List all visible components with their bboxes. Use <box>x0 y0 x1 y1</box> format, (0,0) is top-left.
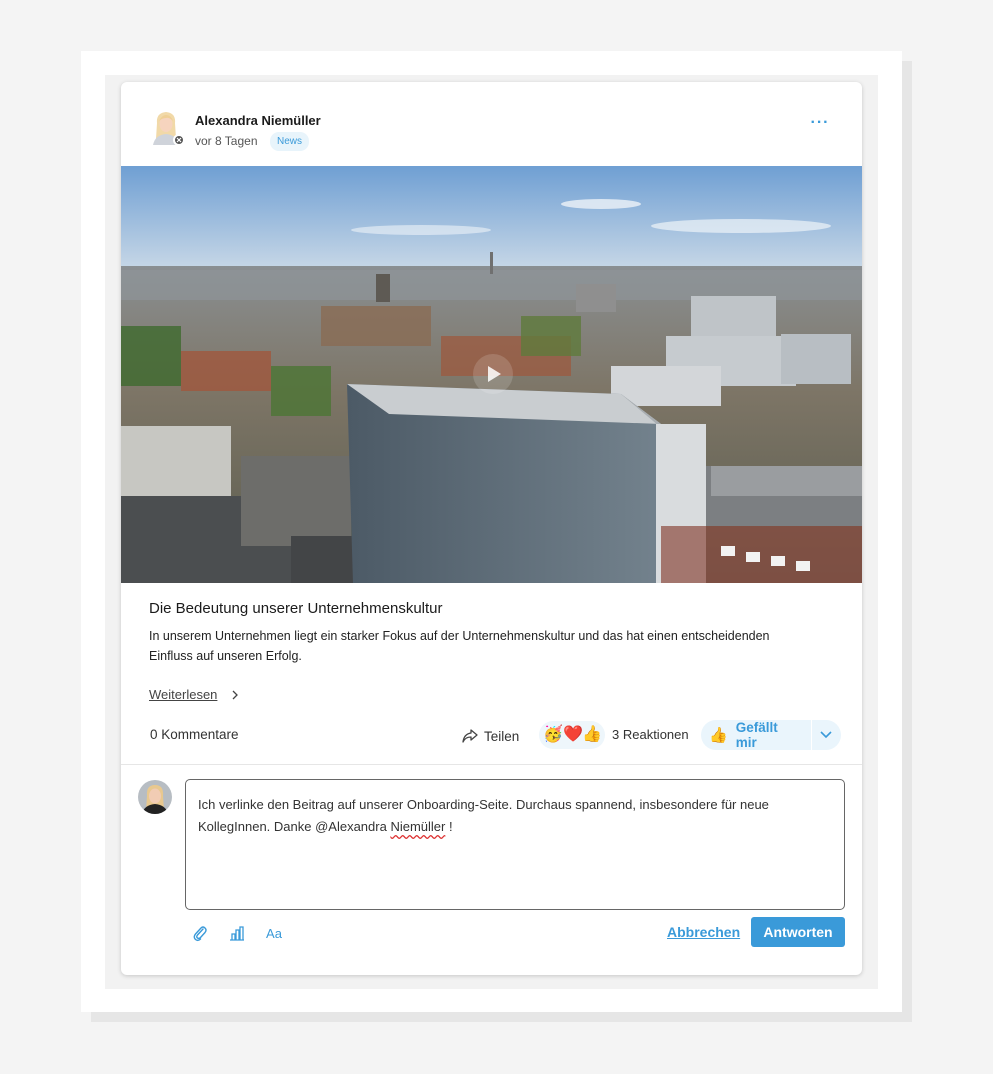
paperclip-icon <box>193 926 207 942</box>
party-emoji: 🥳 <box>543 726 563 743</box>
like-label: Gefällt mir <box>735 720 778 750</box>
chevron-right-icon <box>230 689 240 704</box>
more-options-button[interactable]: ··· <box>806 114 834 134</box>
reply-text: Ich verlinke den Beitrag auf unserer Onb… <box>198 797 769 834</box>
comments-count[interactable]: 0 Kommentare <box>150 727 239 742</box>
post-body: In unserem Unternehmen liegt ein starker… <box>149 629 770 663</box>
status-icon <box>173 134 185 146</box>
post-video[interactable] <box>121 166 862 583</box>
play-icon <box>488 366 501 382</box>
reactions-count[interactable]: 3 Reaktionen <box>612 727 689 742</box>
author-name[interactable]: Alexandra Niemüller <box>195 113 321 128</box>
reply-text-end: ! <box>445 819 453 834</box>
category-badge[interactable]: News <box>270 132 310 151</box>
like-button-group: 👍 Gefällt mir <box>701 720 841 750</box>
text-format-icon[interactable]: Aa <box>263 922 285 944</box>
poll-button[interactable] <box>226 922 248 944</box>
current-user-avatar <box>138 780 172 814</box>
reaction-dropdown-button[interactable] <box>812 720 841 750</box>
attachment-button[interactable] <box>189 922 211 944</box>
cancel-button[interactable]: Abbrechen <box>667 924 740 940</box>
reply-submit-button[interactable]: Antworten <box>751 917 845 947</box>
post-header: Alexandra Niemüller vor 8 Tagen News ··· <box>121 82 862 166</box>
share-arrow-icon <box>462 729 478 743</box>
thumbs-up-emoji: 👍 <box>582 726 602 743</box>
like-button[interactable]: 👍 Gefällt mir <box>701 720 801 750</box>
play-button[interactable] <box>473 354 513 394</box>
reply-input[interactable]: Ich verlinke den Beitrag auf unserer Onb… <box>185 779 845 910</box>
read-more-link[interactable]: Weiterlesen <box>149 687 217 702</box>
post-title: Die Bedeutung unserer Unternehmenskultur <box>149 600 443 617</box>
chevron-down-icon <box>820 731 832 739</box>
mention-text: Niemüller <box>390 819 446 834</box>
share-button[interactable]: Teilen <box>461 725 519 747</box>
divider <box>121 764 862 765</box>
post-time: vor 8 Tagen <box>195 134 258 148</box>
post-card: Alexandra Niemüller vor 8 Tagen News ··· <box>121 82 862 975</box>
thumbs-up-icon: 👍 <box>709 727 728 744</box>
bar-chart-icon <box>230 926 244 941</box>
share-label: Teilen <box>484 728 520 744</box>
